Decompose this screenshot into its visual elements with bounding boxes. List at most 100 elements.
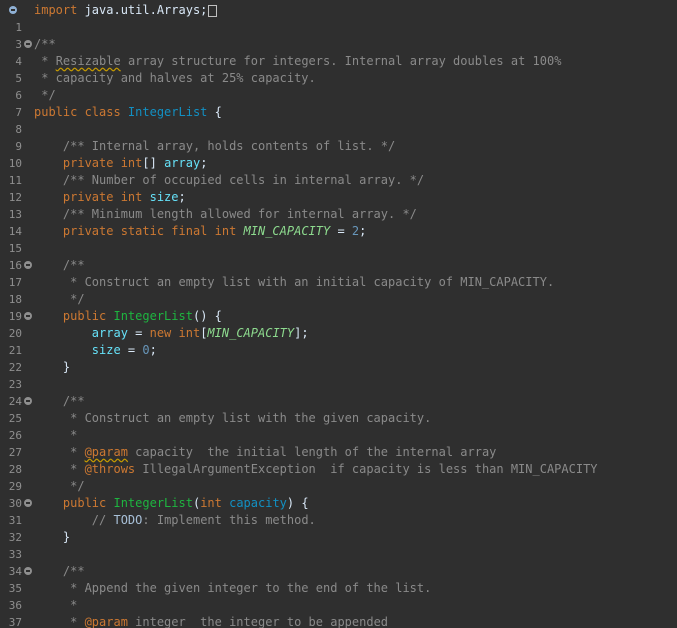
- gutter: 18: [0, 274, 32, 306]
- gutter: 6: [0, 70, 32, 102]
- gutter: 37: [0, 597, 32, 628]
- code-line[interactable]: 7 */: [0, 87, 55, 119]
- code-text: // TODO: Implement this method.: [34, 513, 316, 527]
- code-text: * capacity and halves at 25% capacity.: [34, 71, 316, 85]
- gutter: 5: [0, 53, 32, 85]
- code-line[interactable]: 24: [0, 376, 29, 408]
- gutter: 14: [0, 206, 32, 238]
- gutter: 23: [0, 359, 32, 391]
- gutter: 3: [0, 19, 32, 51]
- code-line[interactable]: 25 /**: [0, 393, 85, 425]
- gutter: 20: [0, 308, 32, 340]
- code-text: *: [34, 598, 78, 612]
- code-line[interactable]: 23 }: [0, 359, 70, 391]
- code-text: /**: [34, 394, 85, 408]
- code-line[interactable]: 3: [0, 19, 32, 51]
- gutter: 10: [0, 138, 32, 170]
- code-text: /** Internal array, holds contents of li…: [34, 139, 396, 153]
- gutter: 12: [0, 172, 32, 204]
- code-text: *: [34, 428, 78, 442]
- code-line[interactable]: 34: [0, 546, 29, 578]
- code-line[interactable]: 30 */: [0, 478, 85, 510]
- code-text: * Append the given integer to the end of…: [34, 581, 432, 595]
- code-line[interactable]: 18 * Construct an empty list with an ini…: [0, 274, 554, 306]
- gutter: 11: [0, 155, 32, 187]
- gutter: 26: [0, 410, 32, 442]
- fold-collapse-icon[interactable]: [24, 397, 32, 405]
- code-line[interactable]: 32 // TODO: Implement this method.: [0, 512, 316, 544]
- fold-collapse-icon[interactable]: [24, 261, 32, 269]
- code-line[interactable]: 8 public class IntegerList {: [0, 104, 221, 136]
- code-line[interactable]: 21 array = new int[MIN_CAPACITY];: [0, 325, 309, 357]
- code-text: /** Number of occupied cells in internal…: [34, 173, 425, 187]
- code-line[interactable]: 37 *: [0, 597, 78, 628]
- code-line[interactable]: 1 import java.util.Arrays;: [0, 2, 218, 34]
- code-line[interactable]: 17 /**: [0, 257, 85, 289]
- fold-collapse-icon[interactable]: [24, 40, 32, 48]
- fold-collapse-icon[interactable]: [24, 312, 32, 320]
- code-text: */: [34, 88, 56, 102]
- gutter: 36: [0, 580, 32, 612]
- gutter: 19: [0, 291, 32, 323]
- gutter: 8: [0, 104, 32, 136]
- code-editor[interactable]: 1 import java.util.Arrays; 3 4 /** 5 * R…: [0, 0, 677, 628]
- code-text: }: [34, 360, 71, 374]
- code-line[interactable]: 28 * @param capacity the initial length …: [0, 444, 497, 476]
- code-text: public class IntegerList {: [34, 105, 222, 119]
- code-line[interactable]: 33 }: [0, 529, 70, 561]
- expand-import-icon[interactable]: [9, 6, 17, 14]
- code-line[interactable]: 5 * Resizable array structure for intege…: [0, 53, 561, 85]
- gutter: 33: [0, 529, 32, 561]
- code-line[interactable]: 15 private static final int MIN_CAPACITY…: [0, 223, 367, 255]
- gutter: 7: [0, 87, 32, 119]
- gutter: 38: [0, 614, 32, 628]
- gutter: 22: [0, 342, 32, 374]
- code-text: }: [34, 530, 71, 544]
- code-text: * Construct an empty list with the given…: [34, 411, 432, 425]
- gutter: 1: [0, 2, 32, 34]
- code-text: * @throws IllegalArgumentException if ca…: [34, 462, 598, 476]
- gutter: 15: [0, 223, 32, 255]
- code-text: array = new int[MIN_CAPACITY];: [34, 326, 309, 340]
- code-line[interactable]: 26 * Construct an empty list with the gi…: [0, 410, 432, 442]
- code-line[interactable]: 12 /** Number of occupied cells in inter…: [0, 172, 424, 204]
- code-line[interactable]: 10 /** Internal array, holds contents of…: [0, 138, 395, 170]
- code-line[interactable]: 6 * capacity and halves at 25% capacity.: [0, 70, 315, 102]
- code-text: public IntegerList(int capacity) {: [34, 496, 309, 510]
- code-line[interactable]: 4 /**: [0, 36, 55, 68]
- code-line[interactable]: 29 * @throws IllegalArgumentException if…: [0, 461, 598, 493]
- code-line[interactable]: 9: [0, 121, 29, 153]
- fold-collapse-icon[interactable]: [24, 499, 32, 507]
- code-text: /** Minimum length allowed for internal …: [34, 207, 417, 221]
- code-line[interactable]: 19 */: [0, 291, 85, 323]
- code-line[interactable]: 14 /** Minimum length allowed for intern…: [0, 206, 417, 238]
- gutter: 17: [0, 257, 32, 289]
- code-text: */: [34, 292, 85, 306]
- code-line[interactable]: 27 *: [0, 427, 78, 459]
- code-line[interactable]: 20 public IntegerList() {: [0, 308, 222, 340]
- collapsed-imports-icon[interactable]: [208, 4, 218, 17]
- gutter: 32: [0, 512, 32, 544]
- code-line[interactable]: 13 private int size;: [0, 189, 186, 221]
- code-line[interactable]: 31 public IntegerList(int capacity) {: [0, 495, 309, 527]
- code-text: /**: [34, 564, 85, 578]
- code-line[interactable]: 16: [0, 240, 32, 272]
- gutter: 16: [0, 240, 32, 272]
- code-text: public IntegerList() {: [34, 309, 222, 323]
- code-text: private static final int MIN_CAPACITY = …: [34, 224, 367, 238]
- fold-collapse-icon[interactable]: [24, 567, 32, 575]
- gutter: 21: [0, 325, 32, 357]
- code-text: /**: [34, 258, 85, 272]
- code-line[interactable]: 11 private int[] array;: [0, 155, 208, 187]
- code-text: import java.util.Arrays;: [34, 2, 218, 19]
- code-line[interactable]: 22 size = 0;: [0, 342, 157, 374]
- code-line[interactable]: 36 * Append the given integer to the end…: [0, 580, 432, 612]
- gutter: 35: [0, 563, 32, 595]
- gutter: 13: [0, 189, 32, 221]
- code-text: /**: [34, 37, 56, 51]
- code-line[interactable]: 35 /**: [0, 563, 85, 595]
- code-text: * @param capacity the initial length of …: [34, 445, 497, 459]
- code-text: private int[] array;: [34, 156, 208, 170]
- code-line[interactable]: 38 * @param integer the integer to be ap…: [0, 614, 388, 628]
- gutter: 29: [0, 461, 32, 493]
